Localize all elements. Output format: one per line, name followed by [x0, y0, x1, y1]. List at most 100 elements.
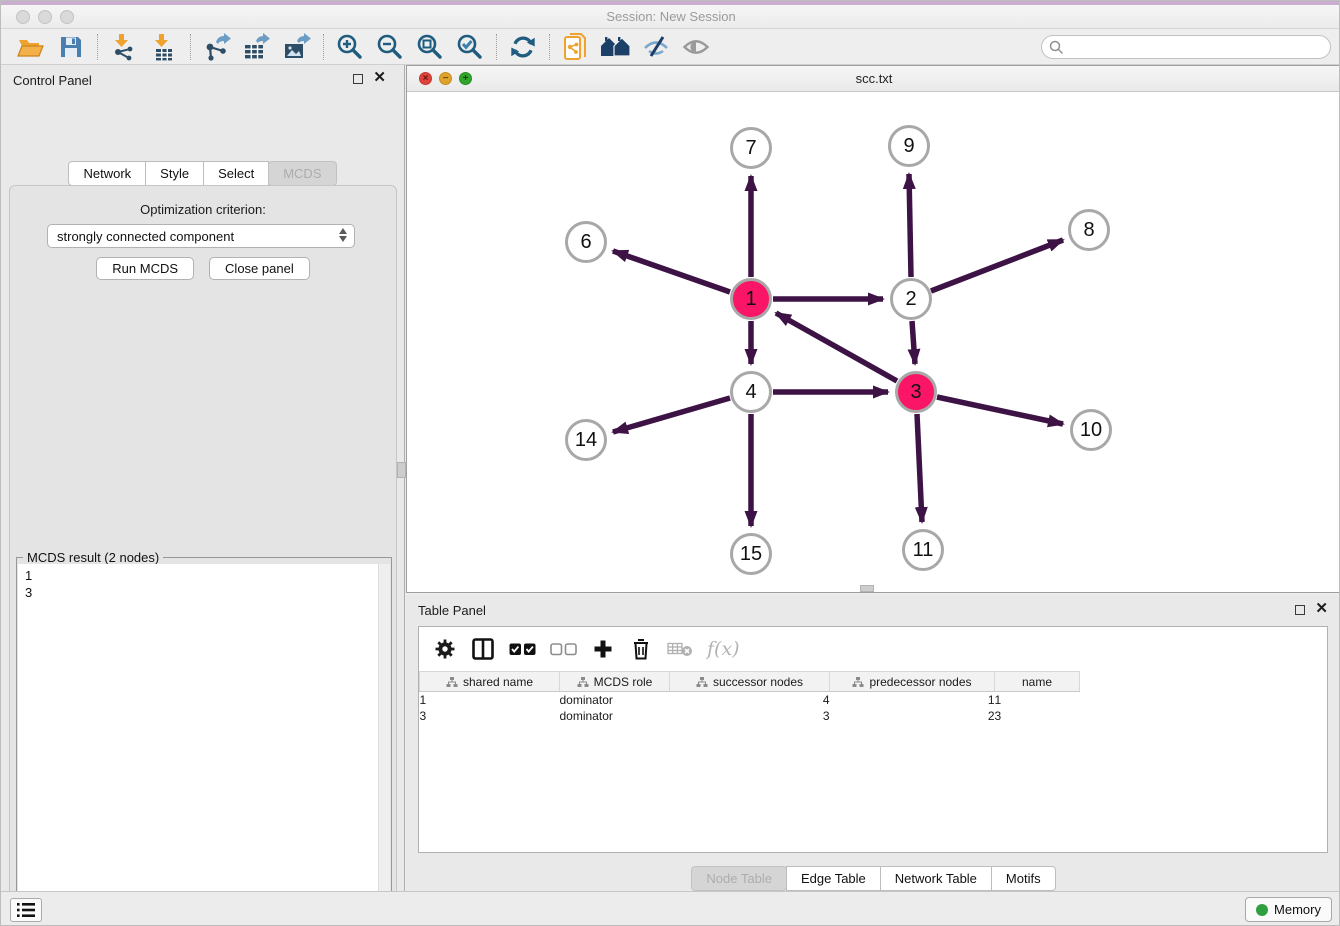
- zoom-selected-button[interactable]: [450, 32, 490, 62]
- tab-network-table[interactable]: Network Table: [880, 866, 992, 891]
- export-table-button[interactable]: [237, 32, 277, 62]
- memory-button[interactable]: Memory: [1245, 897, 1332, 922]
- export-image-icon: [283, 33, 311, 61]
- clone-network-button[interactable]: [556, 32, 596, 62]
- result-scrollbar[interactable]: [378, 564, 390, 926]
- cell-predecessor-nodes[interactable]: 2: [830, 708, 995, 724]
- search-field-wrap: [1041, 35, 1331, 59]
- graph-edge[interactable]: [912, 321, 915, 364]
- float-panel-icon[interactable]: [353, 74, 363, 84]
- network-canvas[interactable]: 7 9 6 8 1 2 4 3 14 10 15 11: [407, 92, 1340, 592]
- graph-node[interactable]: 14: [565, 419, 607, 461]
- delete-row-button[interactable]: [629, 637, 653, 661]
- import-table-icon: [151, 33, 177, 61]
- zoom-in-button[interactable]: [330, 32, 370, 62]
- table-row[interactable]: 3 dominator 3 2 3: [420, 708, 1080, 724]
- import-network-button[interactable]: [104, 32, 144, 62]
- zoom-in-icon: [336, 33, 364, 61]
- add-column-button[interactable]: [591, 637, 615, 661]
- export-network-icon: [203, 33, 231, 61]
- task-history-button[interactable]: [10, 898, 42, 922]
- cell-mcds-role[interactable]: dominator: [560, 708, 670, 724]
- delete-column-button[interactable]: [667, 637, 693, 661]
- tab-select[interactable]: Select: [203, 161, 269, 186]
- graph-edge[interactable]: [776, 313, 897, 381]
- graph-node-selected[interactable]: 1: [730, 278, 772, 320]
- column-header-name[interactable]: name: [995, 672, 1080, 692]
- eye-slash-icon: [642, 35, 670, 59]
- function-builder-button[interactable]: f(x): [707, 637, 740, 661]
- network-window: × − + scc.txt: [406, 65, 1340, 593]
- mcds-result-textarea[interactable]: 1 3: [18, 564, 390, 926]
- tab-network[interactable]: Network: [68, 161, 146, 186]
- select-all-button[interactable]: [509, 637, 536, 661]
- zoom-selected-icon: [456, 33, 484, 61]
- graph-node[interactable]: 10: [1070, 409, 1112, 451]
- graph-edge[interactable]: [931, 240, 1063, 291]
- table-row[interactable]: 1 dominator 4 1 1: [420, 692, 1080, 708]
- import-table-button[interactable]: [144, 32, 184, 62]
- cell-predecessor-nodes[interactable]: 1: [830, 692, 995, 708]
- export-network-button[interactable]: [197, 32, 237, 62]
- select-stepper-icon: [339, 228, 347, 242]
- optimization-select[interactable]: strongly connected component: [47, 224, 355, 248]
- clone-network-icon: [563, 32, 589, 62]
- graph-edge[interactable]: [909, 174, 911, 277]
- zoom-out-button[interactable]: [370, 32, 410, 62]
- tab-motifs[interactable]: Motifs: [991, 866, 1056, 891]
- graph-edge[interactable]: [917, 414, 922, 522]
- graph-node-selected[interactable]: 3: [895, 371, 937, 413]
- show-all-button[interactable]: [676, 32, 716, 62]
- open-session-button[interactable]: [11, 32, 51, 62]
- save-floppy-icon: [59, 35, 83, 59]
- horizontal-splitter-handle[interactable]: [860, 585, 874, 592]
- show-column-panel-button[interactable]: [471, 637, 495, 661]
- close-table-panel-icon[interactable]: ✕: [1315, 600, 1328, 618]
- graph-node[interactable]: 8: [1068, 209, 1110, 251]
- home-button[interactable]: [596, 32, 636, 62]
- column-header-successor-nodes[interactable]: successor nodes: [670, 672, 830, 692]
- export-image-button[interactable]: [277, 32, 317, 62]
- cell-shared-name[interactable]: 3: [420, 708, 560, 724]
- select-all-icon: [509, 643, 536, 656]
- tab-node-table[interactable]: Node Table: [691, 866, 787, 891]
- search-input[interactable]: [1041, 35, 1331, 59]
- close-panel-icon[interactable]: ✕: [373, 69, 386, 87]
- graph-node[interactable]: 15: [730, 533, 772, 575]
- close-panel-button[interactable]: Close panel: [209, 257, 310, 280]
- graph-node[interactable]: 6: [565, 221, 607, 263]
- run-mcds-button[interactable]: Run MCDS: [96, 257, 194, 280]
- fx-icon: f(x): [707, 638, 740, 660]
- save-session-button[interactable]: [51, 32, 91, 62]
- column-header-predecessor-nodes[interactable]: predecessor nodes: [830, 672, 995, 692]
- unselect-all-icon: [550, 643, 577, 656]
- graph-node[interactable]: 7: [730, 127, 772, 169]
- tab-edge-table[interactable]: Edge Table: [786, 866, 881, 891]
- graph-node[interactable]: 9: [888, 125, 930, 167]
- cell-name[interactable]: 1: [995, 692, 1080, 708]
- table-settings-button[interactable]: [433, 637, 457, 661]
- column-header-mcds-role[interactable]: MCDS role: [560, 672, 670, 692]
- gear-icon: [434, 638, 456, 660]
- control-panel-title: Control Panel: [13, 73, 92, 88]
- unselect-all-button[interactable]: [550, 637, 577, 661]
- float-table-panel-icon[interactable]: [1295, 605, 1305, 615]
- cell-name[interactable]: 3: [995, 708, 1080, 724]
- graph-edge[interactable]: [937, 397, 1063, 424]
- graph-node[interactable]: 11: [902, 529, 944, 571]
- column-header-shared-name[interactable]: shared name: [420, 672, 560, 692]
- graph-node[interactable]: 4: [730, 371, 772, 413]
- vertical-splitter-handle[interactable]: [397, 462, 406, 478]
- cell-successor-nodes[interactable]: 4: [670, 692, 830, 708]
- fit-content-button[interactable]: [410, 32, 450, 62]
- cell-successor-nodes[interactable]: 3: [670, 708, 830, 724]
- hide-selected-button[interactable]: [636, 32, 676, 62]
- refresh-button[interactable]: [503, 32, 543, 62]
- cell-mcds-role[interactable]: dominator: [560, 692, 670, 708]
- tab-mcds[interactable]: MCDS: [268, 161, 336, 186]
- cell-shared-name[interactable]: 1: [420, 692, 560, 708]
- graph-edge[interactable]: [613, 398, 730, 432]
- graph-node[interactable]: 2: [890, 278, 932, 320]
- tab-style[interactable]: Style: [145, 161, 204, 186]
- graph-edge[interactable]: [613, 251, 730, 292]
